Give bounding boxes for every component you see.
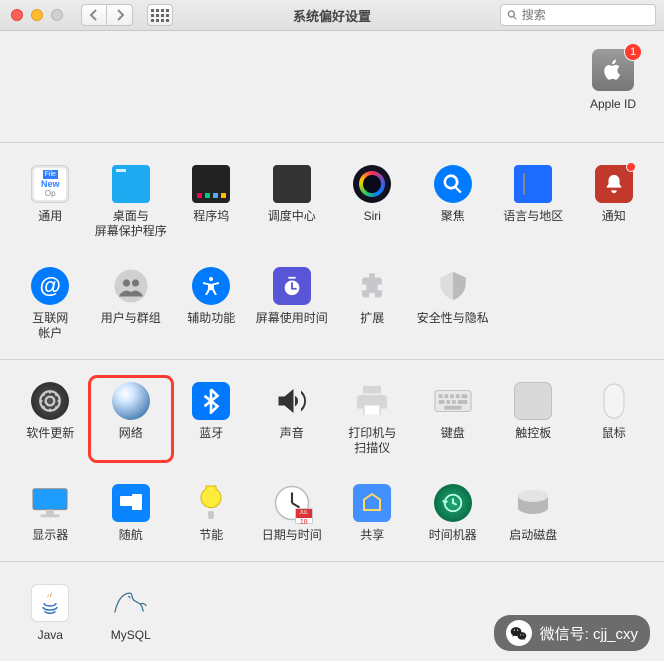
- pref-java[interactable]: Java: [10, 580, 91, 647]
- pref-label: 触控板: [515, 426, 551, 441]
- pref-label: 通知: [602, 209, 626, 224]
- show-all-button[interactable]: [147, 4, 173, 26]
- pref-mission[interactable]: 调度中心: [252, 161, 333, 243]
- pref-mouse[interactable]: 鼠标: [574, 378, 655, 460]
- pref-keyboard[interactable]: 键盘: [413, 378, 494, 460]
- wechat-watermark: 微信号: cjj_cxy: [494, 615, 650, 651]
- pref-label: 桌面与 屏幕保护程序: [95, 209, 167, 239]
- titlebar: 系统偏好设置: [0, 0, 664, 31]
- chevron-left-icon: [89, 9, 99, 21]
- pref-label: 语言与地区: [503, 209, 563, 224]
- pref-label: 日期与时间: [262, 528, 322, 543]
- pref-language[interactable]: 语言与地区: [493, 161, 574, 243]
- chevron-right-icon: [115, 9, 125, 21]
- pref-security[interactable]: 安全性与隐私: [413, 263, 494, 345]
- prefs-row: @互联网 帐户用户与群组 辅助功能 屏幕使用时间 扩展 安全性与隐私: [10, 263, 654, 345]
- zoom-window-button: [51, 9, 63, 21]
- pref-label: 鼠标: [602, 426, 626, 441]
- pref-label: Java: [38, 628, 63, 643]
- pref-dock[interactable]: 程序坞: [171, 161, 252, 243]
- pref-mysql[interactable]: MySQL: [91, 580, 172, 647]
- pref-label: Siri: [364, 209, 381, 224]
- apple-id-badge: 1: [624, 43, 642, 61]
- pref-timemachine[interactable]: 时间机器: [413, 480, 494, 547]
- pref-label: 声音: [280, 426, 304, 441]
- search-icon: [507, 9, 518, 21]
- pref-label: 网络: [119, 426, 143, 441]
- pref-energy[interactable]: 节能: [171, 480, 252, 547]
- pref-label: 互联网 帐户: [32, 311, 68, 341]
- pref-screentime[interactable]: 屏幕使用时间: [252, 263, 333, 345]
- pref-startup[interactable]: 启动磁盘: [493, 480, 574, 547]
- back-button[interactable]: [81, 4, 107, 26]
- pref-siri[interactable]: Siri: [332, 161, 413, 243]
- prefs-row: 软件更新 网络 蓝牙 声音 打印机与 扫描仪 键盘 触控板 鼠标: [10, 378, 654, 460]
- window-controls: [8, 9, 63, 21]
- apple-id-label: Apple ID: [590, 97, 636, 112]
- pref-label: 随航: [119, 528, 143, 543]
- wechat-icon: [506, 620, 532, 646]
- search-input[interactable]: [522, 8, 649, 22]
- forward-button[interactable]: [107, 4, 133, 26]
- pref-label: 启动磁盘: [509, 528, 557, 543]
- pref-label: 辅助功能: [187, 311, 235, 326]
- nav-buttons: [81, 4, 133, 26]
- pref-label: MySQL: [111, 628, 151, 643]
- pref-label: 打印机与 扫描仪: [348, 426, 396, 456]
- pref-sharing[interactable]: 共享: [332, 480, 413, 547]
- pref-bluetooth[interactable]: 蓝牙: [171, 378, 252, 460]
- pref-notifications[interactable]: 通知: [574, 161, 655, 243]
- pref-spotlight[interactable]: 聚焦: [413, 161, 494, 243]
- apple-id-button[interactable]: 1 Apple ID: [590, 49, 636, 112]
- pref-desktop[interactable]: 桌面与 屏幕保护程序: [91, 161, 172, 243]
- prefs-section-1: 软件更新 网络 蓝牙 声音 打印机与 扫描仪 键盘 触控板 鼠标显示器 随航 节能 JUL18日期与…: [0, 360, 664, 562]
- pref-label: 时间机器: [429, 528, 477, 543]
- pref-label: 安全性与隐私: [417, 311, 489, 326]
- pref-label: 显示器: [32, 528, 68, 543]
- pref-users[interactable]: 用户与群组: [91, 263, 172, 345]
- pref-label: 程序坞: [193, 209, 229, 224]
- pref-extensions[interactable]: 扩展: [332, 263, 413, 345]
- pref-general[interactable]: FileNewOp通用: [10, 161, 91, 243]
- pref-label: 蓝牙: [199, 426, 223, 441]
- pref-sidecar[interactable]: 随航: [91, 480, 172, 547]
- pref-label: 通用: [38, 209, 62, 224]
- pref-label: 屏幕使用时间: [256, 311, 328, 326]
- pref-sound[interactable]: 声音: [252, 378, 333, 460]
- pref-label: 扩展: [360, 311, 384, 326]
- search-field[interactable]: [500, 4, 656, 26]
- pref-datetime[interactable]: JUL18日期与时间: [252, 480, 333, 547]
- pref-label: 调度中心: [268, 209, 316, 224]
- apple-id-row: 1 Apple ID: [0, 31, 664, 143]
- pref-trackpad[interactable]: 触控板: [493, 378, 574, 460]
- pref-network[interactable]: 网络: [91, 378, 172, 460]
- pref-label: 用户与群组: [101, 311, 161, 326]
- pref-label: 节能: [199, 528, 223, 543]
- pref-label: 聚焦: [441, 209, 465, 224]
- prefs-section-0: FileNewOp通用桌面与 屏幕保护程序 程序坞 调度中心 Siri 聚焦 语言与地区 通…: [0, 143, 664, 360]
- close-window-button[interactable]: [11, 9, 23, 21]
- pref-label: 共享: [360, 528, 384, 543]
- prefs-row: 显示器 随航 节能 JUL18日期与时间共享 时间机器 启动磁盘: [10, 480, 654, 547]
- pref-label: 软件更新: [26, 426, 74, 441]
- pref-internet-accounts[interactable]: @互联网 帐户: [10, 263, 91, 345]
- pref-accessibility[interactable]: 辅助功能: [171, 263, 252, 345]
- minimize-window-button[interactable]: [31, 9, 43, 21]
- wechat-text: 微信号: cjj_cxy: [540, 623, 638, 644]
- prefs-row: FileNewOp通用桌面与 屏幕保护程序 程序坞 调度中心 Siri 聚焦 语言与地区 通…: [10, 161, 654, 243]
- pref-printers[interactable]: 打印机与 扫描仪: [332, 378, 413, 460]
- pref-displays[interactable]: 显示器: [10, 480, 91, 547]
- pref-software-update[interactable]: 软件更新: [10, 378, 91, 460]
- pref-label: 键盘: [441, 426, 465, 441]
